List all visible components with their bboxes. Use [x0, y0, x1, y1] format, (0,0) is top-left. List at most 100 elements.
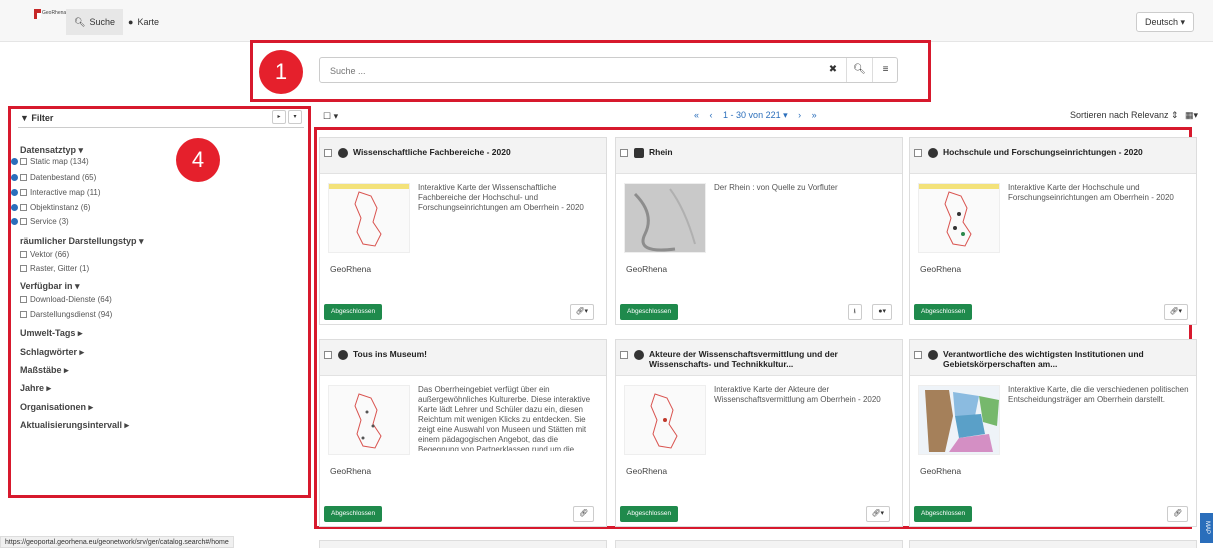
map-thumbnail[interactable] — [328, 385, 410, 455]
card-organisation: GeoRhena — [920, 264, 962, 274]
facet-jahre[interactable]: Jahre ▸ — [20, 383, 51, 394]
grid-view-icon[interactable]: ▦▾ — [1185, 110, 1198, 121]
globe-icon: ● — [128, 17, 134, 27]
facet-item[interactable]: Vektor (66) — [20, 250, 69, 259]
tab-search[interactable]: 🔍︎ Suche — [66, 9, 123, 35]
status-badge: Abgeschlossen — [914, 506, 973, 522]
card-organisation: GeoRhena — [920, 466, 962, 476]
card-description: Interaktive Karte der Wissenschaftliche … — [418, 183, 584, 212]
sort-select[interactable]: Sortieren nach Relevanz ⇕ — [1070, 110, 1179, 121]
facet-umwelt-tags[interactable]: Umwelt-Tags ▸ — [20, 328, 82, 339]
map-thumbnail[interactable] — [624, 183, 706, 253]
status-badge: Abgeschlossen — [324, 304, 383, 320]
globe-menu-button[interactable]: ●▾ — [872, 304, 892, 320]
card-description: Der Rhein : von Quelle zu Vorfluter — [714, 183, 838, 192]
filter-options-button[interactable]: ▾ — [288, 110, 302, 124]
database-icon — [634, 148, 644, 158]
select-all-checkbox[interactable]: ☐ ▾ — [323, 111, 338, 122]
facet-darstellungstyp[interactable]: räumlicher Darstellungstyp ▾ — [20, 236, 144, 247]
card-title[interactable]: Akteure der Wissenschaftsvermittlung und… — [649, 349, 897, 369]
advanced-search-icon[interactable]: ≡ — [872, 58, 898, 82]
first-page-button[interactable]: « — [694, 110, 699, 120]
facet-item[interactable]: Download-Dienste (64) — [20, 295, 112, 304]
next-page-button[interactable]: › — [798, 110, 801, 120]
card-checkbox[interactable] — [620, 351, 628, 359]
card-description: Interaktive Karte der Akteure der Wissen… — [714, 385, 881, 404]
map-thumbnail[interactable] — [918, 385, 1000, 455]
facet-item[interactable]: Service (3) — [20, 217, 69, 226]
facet-aktualisierungsintervall[interactable]: Aktualisierungsintervall ▸ — [20, 420, 129, 431]
prev-page-button[interactable]: ‹ — [710, 110, 713, 120]
status-badge: Abgeschlossen — [620, 304, 679, 320]
result-card[interactable]: Hochschule und Forschungseinrichtungen -… — [909, 137, 1197, 325]
top-navbar: GeoRhena 🔍︎ Suche ● Karte Deutsch ▾ — [0, 0, 1213, 42]
facet-item[interactable]: Raster, Gitter (1) — [20, 264, 89, 273]
card-checkbox[interactable] — [914, 149, 922, 157]
result-card[interactable]: Wissenschaftliche Fachbereiche - 2020 In… — [319, 137, 607, 325]
link-button[interactable]: 🔗︎▾ — [569, 304, 594, 320]
facet-item[interactable]: Objektinstanz (6) — [20, 203, 90, 212]
annotation-badge-1: 1 — [259, 50, 303, 94]
map-thumbnail[interactable] — [328, 183, 410, 253]
facet-massstaebe[interactable]: Maßstäbe ▸ — [20, 365, 69, 376]
facet-datensatztyp[interactable]: Datensatztyp ▾ — [20, 145, 83, 156]
link-button[interactable]: 🔗︎▾ — [865, 506, 890, 522]
plus-icon[interactable] — [11, 158, 18, 165]
globe-icon — [338, 148, 348, 158]
result-card[interactable]: Akteure der Wissenschaftsvermittlung und… — [615, 339, 903, 527]
search-button[interactable]: 🔍︎ — [846, 58, 872, 82]
pagination: « ‹ 1 - 30 von 221 ▾ › » — [694, 110, 825, 121]
link-button[interactable]: 🔗︎ — [1167, 506, 1188, 522]
facet-item[interactable]: Interactive map (11) — [20, 188, 101, 197]
last-page-button[interactable]: » — [812, 110, 817, 120]
map-thumbnail[interactable] — [918, 183, 1000, 253]
filter-expand-button[interactable]: ▸ — [272, 110, 286, 124]
card-title[interactable]: Wissenschaftliche Fachbereiche - 2020 — [353, 147, 601, 157]
tab-map[interactable]: ● Karte — [120, 9, 167, 35]
card-description: Interaktive Karte, die die verschiedenen… — [1008, 385, 1189, 404]
map-thumbnail[interactable] — [624, 385, 706, 455]
card-checkbox[interactable] — [324, 351, 332, 359]
card-title[interactable]: Tous ins Museum! — [353, 349, 601, 359]
result-card-partial — [909, 540, 1197, 548]
globe-icon — [338, 350, 348, 360]
card-organisation: GeoRhena — [330, 264, 372, 274]
plus-icon[interactable] — [11, 204, 18, 211]
result-card[interactable]: Rhein Der Rhein : von Quelle zu Vorflute… — [615, 137, 903, 325]
link-button[interactable]: 🔗︎ — [573, 506, 594, 522]
facet-item[interactable]: Datenbestand (65) — [20, 173, 96, 182]
annotation-badge-4: 4 — [176, 138, 220, 182]
facet-item[interactable]: Darstellungsdienst (94) — [20, 310, 112, 319]
georhena-logo[interactable]: GeoRhena — [34, 9, 66, 29]
result-card-partial — [615, 540, 903, 548]
link-button[interactable]: 🔗︎▾ — [1163, 304, 1188, 320]
download-button[interactable]: ⭳ — [847, 304, 862, 320]
facet-schlagwoerter[interactable]: Schlagwörter ▸ — [20, 347, 84, 358]
globe-icon — [634, 350, 644, 360]
facet-verfuegbar[interactable]: Verfügbar in ▾ — [20, 281, 80, 292]
browser-status-url: https://geoportal.georhena.eu/geonetwork… — [0, 536, 234, 548]
map-toggle-button[interactable]: MAP — [1200, 513, 1213, 543]
card-checkbox[interactable] — [914, 351, 922, 359]
language-select[interactable]: Deutsch ▾ — [1135, 12, 1194, 32]
card-checkbox[interactable] — [324, 149, 332, 157]
card-organisation: GeoRhena — [330, 466, 372, 476]
globe-icon — [928, 148, 938, 158]
result-card[interactable]: Verantwortliche des wichtigsten Institut… — [909, 339, 1197, 527]
facet-item[interactable]: Static map (134) — [20, 157, 89, 166]
plus-icon[interactable] — [11, 218, 18, 225]
result-card[interactable]: Tous ins Museum! Das Oberrheingebiet ver… — [319, 339, 607, 527]
card-description: Interaktive Karte der Hochschule und For… — [1008, 183, 1174, 202]
card-title[interactable]: Hochschule und Forschungseinrichtungen -… — [943, 147, 1191, 157]
filter-header: ▼ Filter ▸ ▾ — [18, 110, 304, 128]
card-title[interactable]: Verantwortliche des wichtigsten Institut… — [943, 349, 1191, 369]
plus-icon[interactable] — [11, 174, 18, 181]
search-input[interactable] — [330, 62, 800, 79]
facet-organisationen[interactable]: Organisationen ▸ — [20, 402, 93, 413]
card-checkbox[interactable] — [620, 149, 628, 157]
plus-icon[interactable] — [11, 189, 18, 196]
clear-icon[interactable]: ✖ — [820, 58, 846, 82]
page-range[interactable]: 1 - 30 von 221 ▾ — [723, 110, 788, 120]
search-icon: 🔍︎ — [74, 17, 86, 27]
card-title[interactable]: Rhein — [649, 147, 897, 157]
